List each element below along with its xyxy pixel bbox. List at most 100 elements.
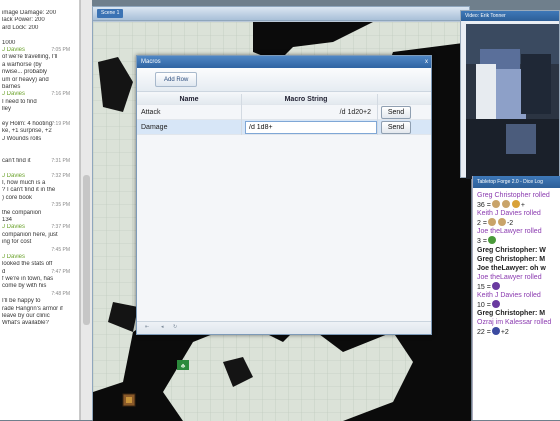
send-button[interactable]: Send <box>381 121 411 134</box>
chat-timestamp: 7:45 PM <box>51 246 70 253</box>
chat-message: ? I can't find it in the <box>0 187 78 194</box>
chat-text: J Davies <box>2 253 26 260</box>
dice-text: 15 = <box>477 283 491 291</box>
chat-text: ke, +1 surprise, +2 <box>2 128 52 135</box>
chat-text: come by with his <box>2 283 47 290</box>
send-button[interactable]: Send <box>381 106 411 119</box>
chat-timestamp: 7:37 PM <box>51 224 70 231</box>
dice-log-entry: Greg Christopher: M <box>477 255 560 264</box>
chat-scrollbar-thumb[interactable] <box>83 175 90 325</box>
chat-text: ) core book <box>2 194 33 201</box>
macro-dialog-title: Macros <box>141 59 161 65</box>
chat-message: image Damage: 200 <box>0 10 78 17</box>
chat-message: looked the stats off <box>0 261 78 268</box>
pager-prev-icon[interactable]: ◂ <box>161 324 164 330</box>
dice-log-entry: Greg Christopher: M <box>477 309 560 318</box>
chat-text: J Davies <box>2 172 26 179</box>
macro-name: Attack <box>141 109 161 116</box>
dice-log-list: Greg Christopher rolled 36 = + Keith J Davi… <box>477 191 560 337</box>
dice-text: Ozraj im Kalessar rolled <box>477 319 552 327</box>
die-face-icon <box>491 300 500 309</box>
chat-scrollbar[interactable] <box>80 0 92 420</box>
chat-message: a warhorse (by <box>0 62 78 69</box>
chat-text: I, how much is a <box>2 179 46 186</box>
chat-text: lley <box>2 106 12 113</box>
chat-text: of we're travelling, I'll <box>2 54 58 61</box>
chat-message: 7:35 PM <box>0 202 78 209</box>
chat-text: J Davies <box>2 224 26 231</box>
chat-text: ard Lock: 200 <box>2 24 39 31</box>
chat-message: lack Power: 200 <box>0 17 78 24</box>
chat-message: barnes <box>0 84 78 91</box>
chat-timestamp: 7:32 PM <box>51 172 70 179</box>
table-row[interactable]: Damage Send <box>137 120 431 135</box>
dice-text: 10 = <box>477 302 491 310</box>
dice-text: 3 = <box>477 238 487 246</box>
chat-timestamp: 7:48 PM <box>51 290 70 297</box>
chat-text: leave by our clinic <box>2 313 50 320</box>
chat-text: barnes <box>2 83 21 90</box>
chat-timestamp: 7:47 PM <box>51 268 70 275</box>
chat-text: um or heavy) and <box>2 76 49 83</box>
chat-text: lack Power: 200 <box>2 17 45 24</box>
macro-string[interactable]: /d 1d20+2 <box>245 105 375 119</box>
scene-tab[interactable]: Scene 1 <box>97 9 124 18</box>
die-face-icon <box>491 281 500 290</box>
chat-message <box>0 143 78 150</box>
chat-text: nwise... probably <box>2 69 48 76</box>
dice-text: 2 = <box>477 220 487 228</box>
dice-log-entry: Joe theLawyer rolled <box>477 227 560 236</box>
chat-message: 7:45 PM <box>0 247 78 254</box>
die-face-icon <box>491 327 500 336</box>
chat-message: leave by our clinic <box>0 313 78 320</box>
macro-table-header: Name Macro String <box>137 94 431 105</box>
chat-text: can't find it <box>2 157 31 164</box>
dice-text: Greg Christopher rolled <box>477 192 550 199</box>
column-header-name[interactable]: Name <box>137 94 241 104</box>
table-row[interactable]: Attack /d 1d20+2 Send <box>137 105 431 120</box>
video-feed <box>466 24 559 179</box>
die-face-icon <box>511 200 520 209</box>
map-floor-south <box>163 322 413 421</box>
treasure-token[interactable] <box>122 393 136 407</box>
dice-modifier: -2 <box>506 220 514 228</box>
pager-first-icon[interactable]: ⇤ <box>145 324 149 330</box>
chat-text: looked the stats off <box>2 261 53 268</box>
chat-text: J Wounds rolls <box>2 135 42 142</box>
chat-text: ing for cost <box>2 239 32 246</box>
die-face-icon <box>487 218 496 227</box>
dice-text: 36 = <box>477 202 491 210</box>
macro-dialog-titlebar[interactable]: Macros x <box>137 56 431 68</box>
dice-result: 15 = <box>477 281 560 291</box>
dice-text: Greg Christopher: M <box>477 310 546 318</box>
chat-timestamp: 7:35 PM <box>51 202 70 209</box>
chat-message: companion here, just <box>0 232 78 239</box>
close-icon[interactable]: x <box>425 56 428 68</box>
chat-message: I need to find <box>0 99 78 106</box>
dice-log-entry: Ozraj im Kalessar rolled <box>477 318 560 327</box>
macro-string-input[interactable] <box>245 121 377 134</box>
chat-panel: image Damage: 200 lack Power: 200 ard Lock… <box>0 0 80 420</box>
chat-message: of we're travelling, I'll <box>0 54 78 61</box>
dice-modifier: +2 <box>500 329 509 337</box>
macro-dialog: Macros x Add Row Name Macro String Attac… <box>136 55 432 335</box>
chat-message: the companion <box>0 210 78 217</box>
chat-message: ke, +1 surprise, +2 <box>0 128 78 135</box>
dice-text: 22 = <box>477 329 491 337</box>
chat-message: What's available? <box>0 320 78 327</box>
die-face-icon <box>491 200 500 209</box>
chat-message <box>0 150 78 157</box>
chat-text: d <box>2 268 6 275</box>
column-header-macro[interactable]: Macro String <box>241 94 375 104</box>
column-divider <box>241 94 242 135</box>
dice-result: 10 = <box>477 300 560 309</box>
map-window-titlebar: Scene 1 <box>93 7 469 21</box>
chat-text: companion here, just <box>2 231 58 238</box>
green-token[interactable]: ♣ <box>177 360 189 370</box>
chat-text: the companion <box>2 209 42 216</box>
refresh-icon[interactable]: ↻ <box>173 324 177 330</box>
add-row-button[interactable]: Add Row <box>155 72 198 87</box>
chat-message: 1000 <box>0 40 78 47</box>
chat-timestamp: 7:16 PM <box>51 91 70 98</box>
chat-message: 7:48 PM <box>0 291 78 298</box>
